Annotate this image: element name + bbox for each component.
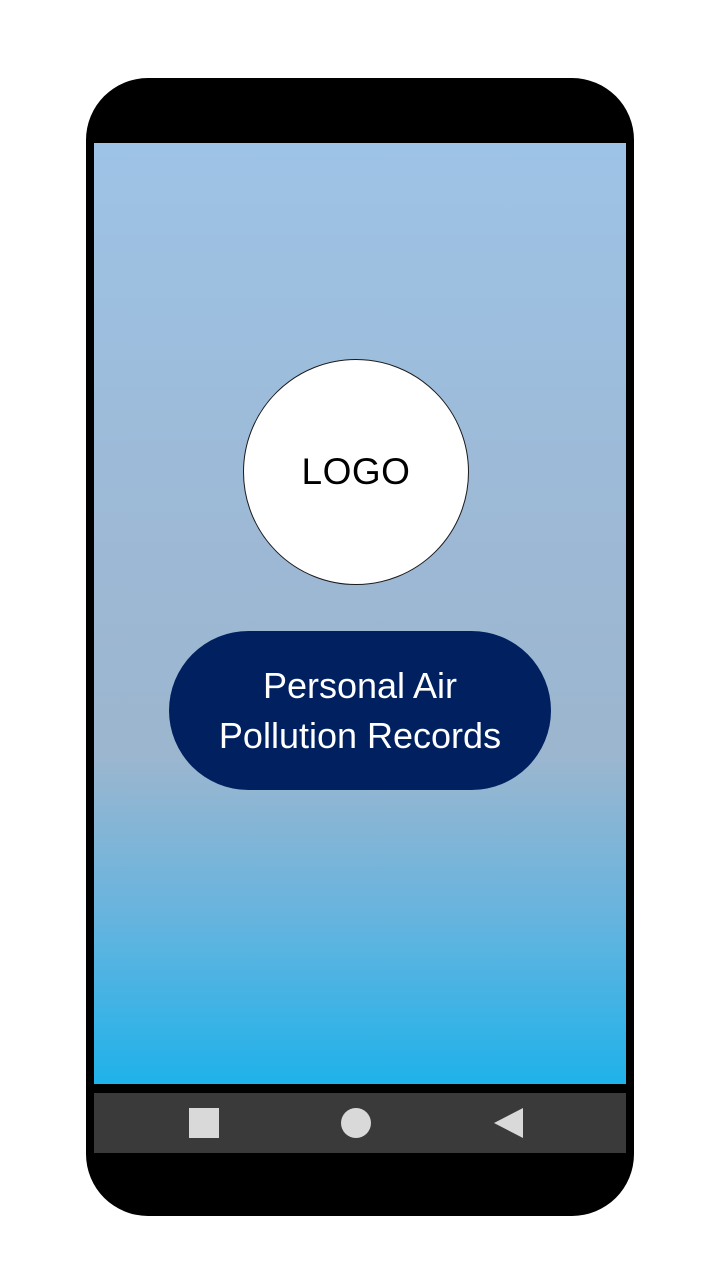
back-triangle-icon	[493, 1108, 523, 1138]
system-navigation-bar	[94, 1093, 626, 1153]
app-screen	[94, 143, 626, 1084]
circle-icon	[341, 1108, 371, 1138]
recent-apps-button[interactable]	[164, 1093, 244, 1153]
app-title-line-2: Pollution Records	[218, 714, 502, 756]
home-button[interactable]	[316, 1093, 396, 1153]
square-icon	[189, 1108, 219, 1138]
logo-text: LOGO	[301, 451, 411, 492]
logo-circle: LOGO	[243, 359, 469, 585]
back-button[interactable]	[468, 1093, 548, 1153]
app-title-line-1: Personal Air	[262, 664, 458, 706]
app-title-button[interactable]: Personal Air Pollution Records	[169, 631, 551, 790]
